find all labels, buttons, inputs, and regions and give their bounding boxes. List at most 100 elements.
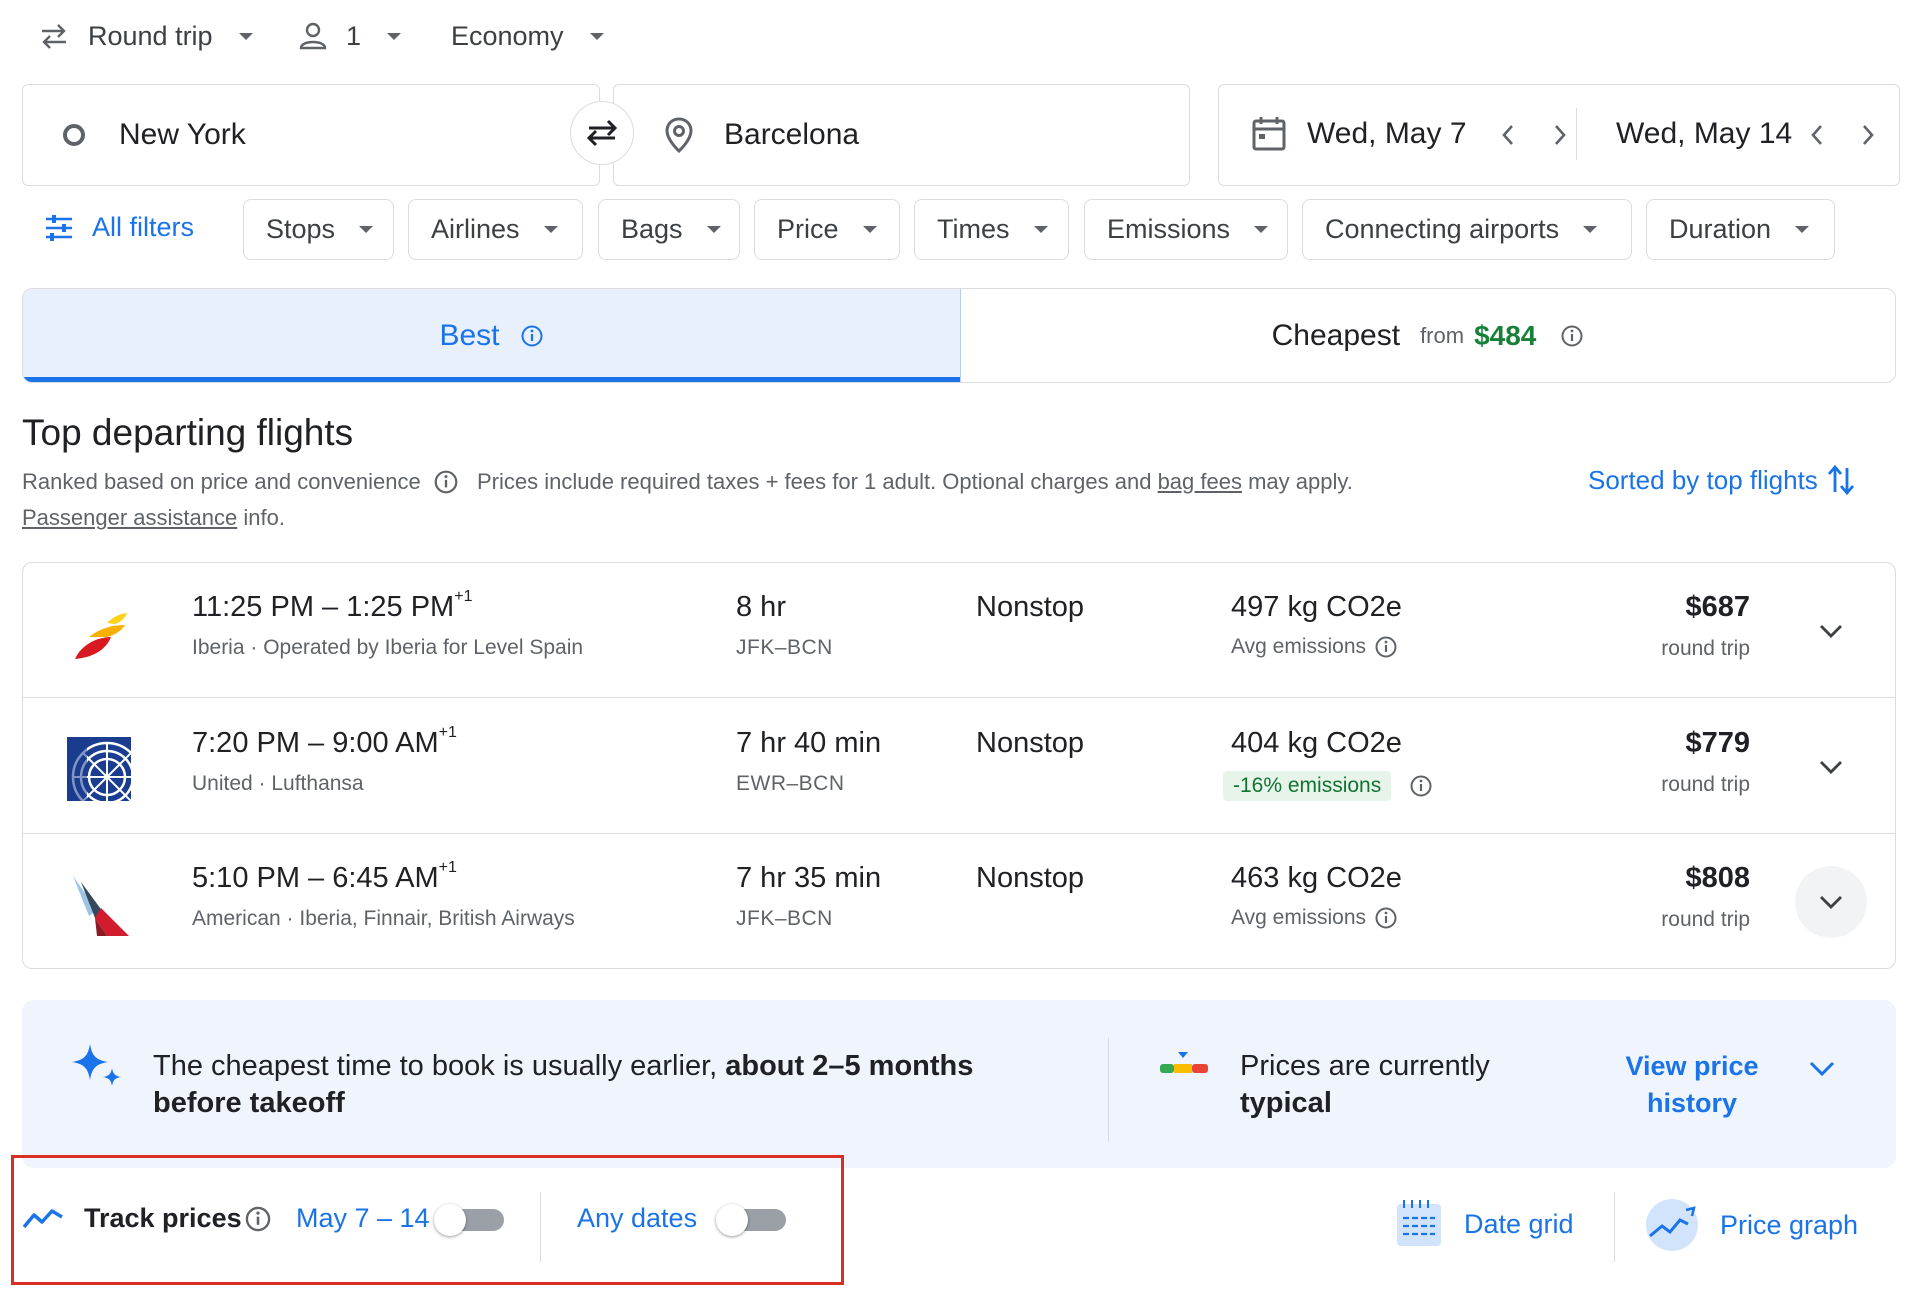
info-icon[interactable] [1560, 324, 1584, 348]
chevron-right-icon [1863, 125, 1874, 145]
prices-text-b: may apply. [1248, 469, 1353, 494]
day-offset: +1 [438, 859, 457, 877]
flight-row[interactable]: 11:25 PM – 1:25 PM+1 Iberia · Operated b… [23, 563, 1895, 698]
day-offset: +1 [438, 724, 457, 742]
info-icon[interactable] [520, 324, 544, 348]
date-grid-label: Date grid [1464, 1208, 1574, 1239]
filter-label: Times [937, 214, 1010, 244]
flight-results-list: 11:25 PM – 1:25 PM+1 Iberia · Operated b… [22, 562, 1896, 969]
sort-button[interactable]: Sorted by top flights [1588, 462, 1856, 498]
emissions-label: Avg emissions [1231, 635, 1367, 658]
price-level-icon [1160, 1052, 1208, 1073]
all-filters-label: All filters [92, 212, 195, 242]
flight-times-text: 7:20 PM – 9:00 AM [192, 727, 439, 759]
sort-arrows-icon [1827, 464, 1854, 496]
swap-locations-button[interactable] [570, 101, 634, 165]
price-level-text: Prices are currently typical [1240, 1048, 1490, 1122]
tab-best-label: Best [439, 318, 500, 352]
day-offset: +1 [454, 588, 473, 606]
all-filters-button[interactable]: All filters [44, 212, 194, 243]
chevron-down-icon [1820, 625, 1842, 638]
destination-input[interactable]: Barcelona [613, 84, 1190, 186]
flight-co2: 463 kg CO2e [1231, 862, 1402, 894]
filter-label: Stops [266, 214, 336, 244]
tab-cheapest[interactable]: Cheapest from $484 [961, 289, 1895, 382]
trip-type-select[interactable]: Round trip [38, 14, 253, 58]
flight-co2: 404 kg CO2e [1231, 727, 1402, 759]
expand-flight-button[interactable] [1795, 595, 1867, 667]
flight-duration: 7 hr 35 min [736, 862, 882, 894]
sort-tabs: Best Cheapest from $484 [22, 288, 1896, 383]
filter-bags[interactable]: Bags [598, 199, 740, 260]
filter-label: Duration [1669, 214, 1772, 244]
filter-emissions[interactable]: Emissions [1084, 199, 1288, 260]
chevron-down-icon [387, 32, 402, 40]
chevron-left-icon [1502, 125, 1513, 145]
divider [1614, 1192, 1615, 1262]
chevron-down-icon [862, 226, 877, 233]
depart-prev-button[interactable] [1491, 118, 1525, 152]
sparkle-icon [72, 1044, 121, 1086]
flight-airline: United · Lufthansa [192, 772, 364, 795]
filter-stops[interactable]: Stops [243, 199, 394, 260]
flight-emissions: Avg emissions [1231, 906, 1398, 930]
chevron-down-icon [1033, 226, 1048, 233]
swap-arrows-icon [42, 24, 66, 49]
return-next-button[interactable] [1851, 118, 1885, 152]
expand-flight-button[interactable] [1795, 866, 1867, 938]
chevron-down-icon [1254, 226, 1269, 233]
info-icon[interactable] [1374, 635, 1398, 659]
booking-tip: The cheapest time to book is usually ear… [153, 1048, 1033, 1122]
chevron-down-icon[interactable] [1808, 1060, 1836, 1078]
united-logo-icon [67, 737, 131, 801]
sort-label: Sorted by top flights [1588, 464, 1818, 495]
bag-fees-link[interactable]: bag fees [1158, 469, 1242, 494]
price-level-prefix: Prices are currently [1240, 1050, 1490, 1082]
flight-times: 5:10 PM – 6:45 AM+1 [192, 859, 457, 895]
flight-emissions: Avg emissions [1231, 635, 1398, 659]
depart-next-button[interactable] [1543, 118, 1577, 152]
origin-input[interactable]: New York [22, 84, 600, 186]
passenger-assistance-link[interactable]: Passenger assistance [22, 505, 237, 530]
price-graph-label: Price graph [1720, 1209, 1859, 1240]
ranked-text: Ranked based on price and convenience [22, 469, 421, 494]
filter-label: Price [777, 214, 839, 244]
date-grid-button[interactable]: Date grid [1394, 1198, 1574, 1250]
highlight-box [11, 1155, 844, 1285]
info-icon[interactable] [1374, 906, 1398, 930]
filter-label: Airlines [431, 214, 520, 244]
chevron-down-icon [238, 32, 253, 40]
person-icon [299, 22, 327, 50]
return-date-value[interactable]: Wed, May 14 [1616, 117, 1792, 151]
flight-route: JFK–BCN [736, 907, 833, 930]
passengers-select[interactable]: 1 [298, 14, 402, 58]
filter-label: Emissions [1107, 214, 1231, 244]
chevron-down-icon [359, 226, 374, 233]
price-graph-icon [1646, 1199, 1698, 1251]
location-pin-icon [665, 117, 693, 154]
cheapest-from-label: from [1420, 322, 1465, 348]
filter-airlines[interactable]: Airlines [408, 199, 583, 260]
emissions-label: Avg emissions [1231, 906, 1367, 929]
return-prev-button[interactable] [1800, 118, 1834, 152]
expand-flight-button[interactable] [1795, 731, 1867, 803]
flight-stops: Nonstop [976, 727, 1085, 759]
info-text: info. [243, 505, 285, 530]
filter-times[interactable]: Times [914, 199, 1069, 260]
price-graph-button[interactable]: Price graph [1644, 1198, 1858, 1252]
flight-row[interactable]: 5:10 PM – 6:45 AM+1 American · Iberia, F… [23, 834, 1895, 968]
tune-icon [46, 214, 72, 241]
filter-connecting-airports[interactable]: Connecting airports [1302, 199, 1632, 260]
flight-row[interactable]: 7:20 PM – 9:00 AM+1 United · Lufthansa 7… [23, 699, 1895, 834]
insights-divider [1108, 1038, 1109, 1142]
filter-duration[interactable]: Duration [1646, 199, 1835, 260]
filter-price[interactable]: Price [754, 199, 900, 260]
tab-best[interactable]: Best [23, 289, 961, 382]
cabin-class-select[interactable]: Economy [451, 14, 604, 58]
origin-value: New York [119, 118, 246, 151]
view-price-history-button[interactable]: View price history [1602, 1048, 1782, 1122]
info-icon[interactable] [1409, 774, 1433, 798]
price-level-value: typical [1240, 1087, 1332, 1119]
depart-date-value[interactable]: Wed, May 7 [1307, 117, 1467, 151]
info-icon[interactable] [433, 469, 459, 495]
